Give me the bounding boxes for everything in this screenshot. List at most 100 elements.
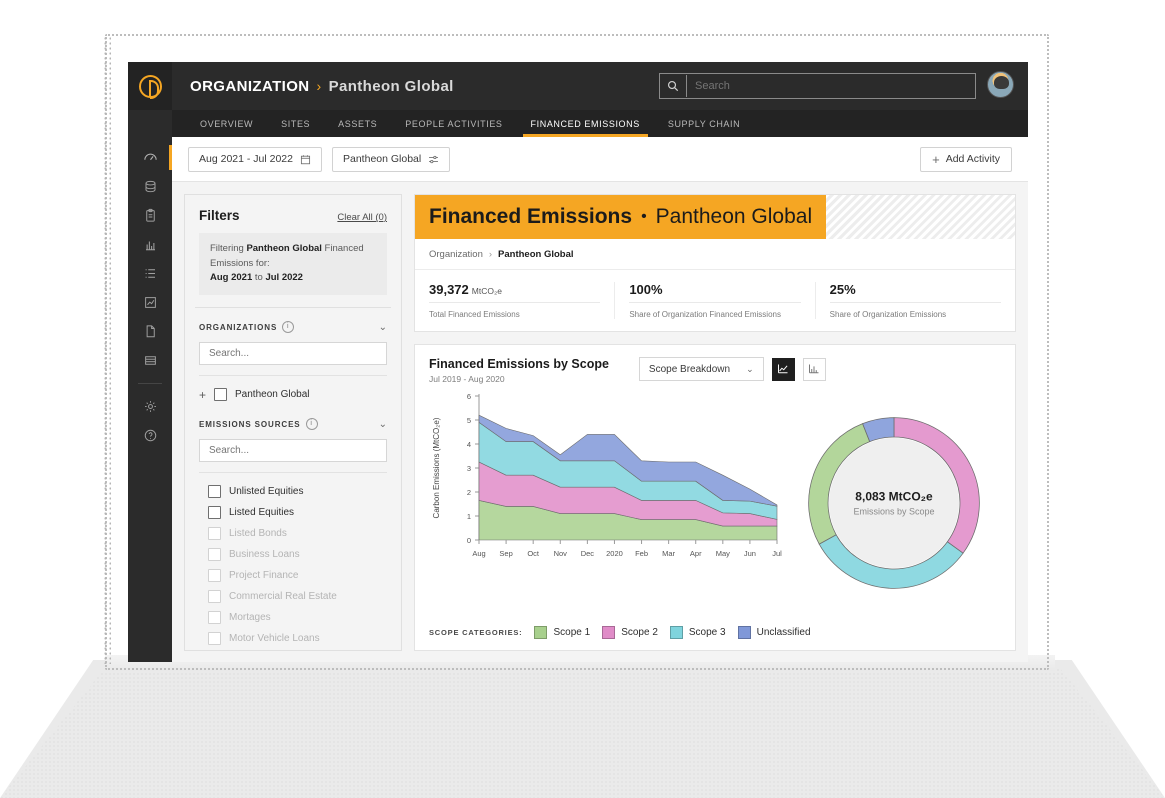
breadcrumb-leaf: Pantheon Global	[498, 249, 574, 260]
legend-swatch	[602, 626, 616, 639]
emissions-sources-label-text: EMISSIONS SOURCES	[199, 419, 301, 429]
legend-item-scope-1[interactable]: Scope 1	[534, 626, 590, 639]
checkbox[interactable]	[208, 506, 221, 520]
add-activity-button[interactable]: + Add Activity	[920, 146, 1012, 172]
sidebar-item-bar-chart[interactable]	[128, 230, 172, 259]
checkbox	[208, 569, 221, 583]
legend-item-scope-2[interactable]: Scope 2	[602, 626, 658, 639]
metric-rule	[829, 302, 1001, 303]
metric-label: Share of Organization Financed Emissions	[629, 310, 781, 319]
organization-pill[interactable]: Pantheon Global	[332, 146, 451, 172]
list-item-label: Listed Bonds	[229, 528, 287, 540]
top-bar: ORGANIZATION › Pantheon Global	[128, 62, 1028, 110]
sidebar-item-dashboard[interactable]	[128, 143, 172, 172]
organizations-search-input[interactable]	[199, 342, 387, 366]
metric-label: Share of Organization Emissions	[829, 310, 947, 319]
chart-title: Financed Emissions by Scope	[429, 357, 609, 371]
organizations-separator	[199, 375, 387, 377]
area-chart-svg: 0 1 2 3 4 5 6 Carbon Emissions (MtCO₂e) Aug Sep Oc…	[432, 392, 782, 558]
brand-org: Pantheon Global	[328, 77, 454, 95]
filter-sliders-icon	[429, 155, 439, 163]
note-to: Jul 2022	[265, 272, 303, 284]
tab-assets[interactable]: ASSETS	[324, 110, 391, 137]
search-box[interactable]	[659, 73, 976, 99]
tab-supply-chain[interactable]: SUPPLY CHAIN	[654, 110, 754, 137]
list-item-label: Listed Equities	[229, 507, 295, 519]
page-title: Financed Emissions • Pantheon Global	[415, 195, 827, 239]
metric-rule	[629, 302, 801, 303]
line-chart-toggle[interactable]	[771, 357, 795, 381]
legend-item-scope-3[interactable]: Scope 3	[669, 626, 726, 639]
chevron-right-icon: ›	[488, 249, 493, 260]
metric-number: 25%	[829, 282, 856, 297]
breadcrumb-root[interactable]: Organization	[429, 249, 483, 260]
date-range-pill[interactable]: Aug 2021 - Jul 2022	[188, 146, 322, 172]
page-breadcrumb: Organization › Pantheon Global	[415, 239, 1015, 270]
svg-text:Feb: Feb	[635, 549, 648, 558]
emissions-sources-section-header: EMISSIONS SOURCES i ⌄	[199, 418, 387, 431]
sidebar-item-database[interactable]	[128, 172, 172, 201]
tab-sites[interactable]: SITES	[267, 110, 324, 137]
metric-value: 100%	[629, 282, 800, 297]
body: Aug 2021 - Jul 2022 Pantheon Global + Ad…	[128, 137, 1028, 662]
bar-chart-icon	[809, 364, 819, 374]
sidebar-item-document[interactable]	[128, 317, 172, 346]
emissions-sources-search-input[interactable]	[199, 439, 387, 463]
legend-item-label: Scope 2	[621, 627, 658, 638]
emissions-sources-separator	[199, 472, 387, 474]
list-item[interactable]: Unlisted Equities	[208, 481, 387, 502]
avatar[interactable]	[987, 71, 1014, 98]
filter-summary-note: Filtering Pantheon Global Financed Emiss…	[199, 233, 387, 296]
scope-breakdown-value: Scope Breakdown	[648, 363, 731, 375]
sidebar-item-help[interactable]	[128, 421, 172, 450]
sidebar-item-line-chart[interactable]	[128, 288, 172, 317]
svg-text:1: 1	[467, 512, 471, 521]
checkbox	[208, 527, 221, 541]
organizations-label: ORGANIZATIONS i	[199, 321, 295, 334]
content-area: Aug 2021 - Jul 2022 Pantheon Global + Ad…	[172, 137, 1028, 662]
title-dot: •	[641, 208, 647, 225]
nav-tab-bar: OVERVIEW SITES ASSETS PEOPLE ACTIVITIES …	[128, 110, 1028, 137]
chart-controls: Scope Breakdown ⌄	[638, 357, 826, 381]
chart-body: 0 1 2 3 4 5 6 Carbon Emissions (MtCO₂e) Aug Sep Oc…	[415, 384, 1015, 618]
checkbox[interactable]	[208, 485, 221, 499]
list-item-label: Mortages	[229, 612, 271, 624]
icon-sidebar	[128, 137, 172, 662]
chevron-down-icon[interactable]: ⌄	[379, 322, 387, 333]
organization-item-pantheon-global[interactable]: + Pantheon Global	[199, 384, 387, 405]
sidebar-item-table[interactable]	[128, 346, 172, 375]
info-icon[interactable]: i	[305, 418, 318, 431]
logo-cell[interactable]	[128, 62, 172, 110]
chart-subtitle: Jul 2019 - Aug 2020	[429, 374, 505, 384]
sidebar-item-settings[interactable]	[128, 392, 172, 421]
legend-swatch	[669, 626, 683, 639]
tab-people-activities[interactable]: PEOPLE ACTIVITIES	[391, 110, 516, 137]
organizations-section-header: ORGANIZATIONS i ⌄	[199, 321, 387, 334]
emissions-sources-list: Unlisted Equities Listed Equities Listed…	[199, 481, 387, 649]
hero-card: Financed Emissions • Pantheon Global Org…	[414, 194, 1016, 332]
info-icon[interactable]: i	[282, 321, 295, 334]
legend-item-unclassified[interactable]: Unclassified	[737, 626, 811, 639]
clear-all-link[interactable]: Clear All (0)	[337, 212, 387, 223]
chart-card: Financed Emissions by Scope Jul 2019 - A…	[414, 344, 1016, 651]
checkbox	[208, 611, 221, 625]
checkbox[interactable]	[214, 388, 228, 402]
sidebar-item-clipboard[interactable]	[128, 201, 172, 230]
chevron-down-icon[interactable]: ⌄	[379, 419, 387, 430]
breadcrumb: ORGANIZATION › Pantheon Global	[190, 78, 454, 95]
svg-text:Carbon Emissions (MtCO₂e): Carbon Emissions (MtCO₂e)	[432, 417, 441, 518]
bar-chart-toggle[interactable]	[802, 357, 826, 381]
scope-breakdown-select[interactable]: Scope Breakdown ⌄	[638, 357, 764, 381]
tab-financed-emissions[interactable]: FINANCED EMISSIONS	[517, 110, 654, 137]
expand-plus-icon[interactable]: +	[199, 389, 206, 401]
tab-overview[interactable]: OVERVIEW	[186, 110, 267, 137]
chevron-down-icon: ⌄	[746, 363, 754, 374]
sidebar-item-list[interactable]	[128, 259, 172, 288]
svg-text:May: May	[716, 549, 730, 558]
metric-number: 100%	[629, 282, 663, 297]
svg-text:2: 2	[467, 488, 471, 497]
list-item[interactable]: Listed Equities	[208, 502, 387, 523]
search-input[interactable]	[687, 79, 975, 93]
list-item: Mortages	[208, 607, 387, 628]
svg-text:0: 0	[467, 536, 471, 545]
